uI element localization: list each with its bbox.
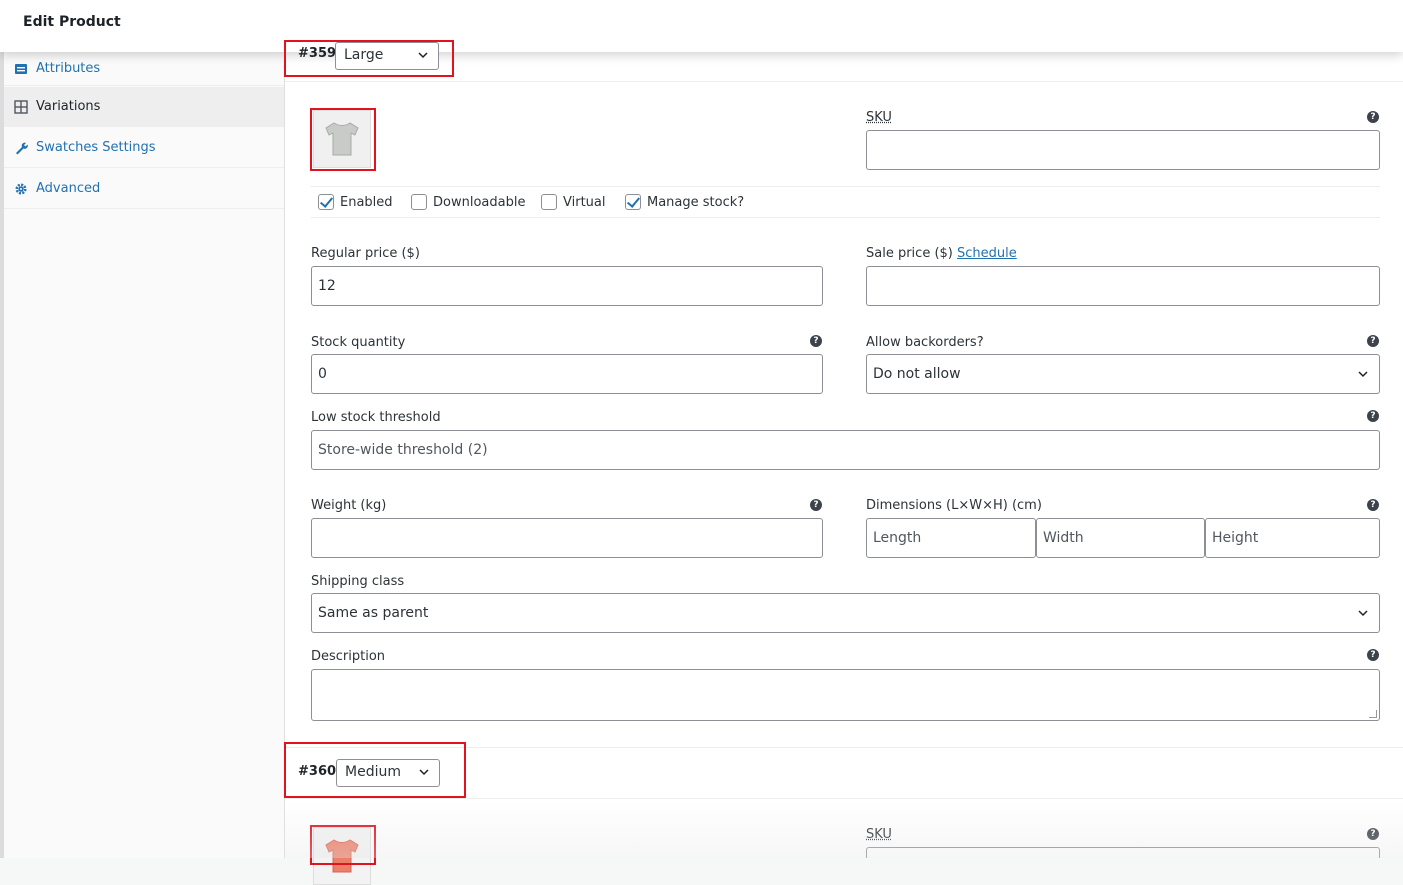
sale-price-label-text: Sale price ($) <box>866 246 953 261</box>
manage-stock-checkbox[interactable]: Manage stock? <box>625 194 744 210</box>
help-icon[interactable]: ? <box>1367 499 1379 511</box>
sku-input[interactable] <box>866 130 1380 170</box>
backorders-select[interactable]: Do not allow <box>866 354 1380 394</box>
backorders-label: Allow backorders? <box>866 335 984 350</box>
length-input[interactable]: Length <box>866 518 1036 558</box>
grid-icon <box>14 99 28 114</box>
weight-label: Weight (kg) <box>311 498 387 513</box>
regular-price-label: Regular price ($) <box>311 246 420 261</box>
checkbox-checked[interactable] <box>625 194 641 210</box>
highlight-box <box>284 40 454 77</box>
highlight-box <box>284 742 466 798</box>
help-icon[interactable]: ? <box>1367 111 1379 123</box>
weight-input[interactable] <box>311 518 823 558</box>
sidebar-item-advanced[interactable]: Advanced <box>4 169 284 209</box>
page-title: Edit Product <box>23 14 121 30</box>
sidebar-item-label: Variations <box>36 99 101 114</box>
help-icon[interactable]: ? <box>1367 828 1379 840</box>
checkbox-label: Downloadable <box>433 194 526 210</box>
chevron-down-icon <box>1358 610 1368 617</box>
top-bar: Edit Product <box>0 0 1403 52</box>
checkbox-unchecked[interactable] <box>411 194 427 210</box>
stock-quantity-input[interactable]: 0 <box>311 354 823 394</box>
help-icon[interactable]: ? <box>810 499 822 511</box>
select-value: Same as parent <box>318 605 429 621</box>
variation-options-row: Enabled Downloadable Virtual Manage stoc… <box>311 186 1380 218</box>
sku-label: SKU <box>866 827 892 842</box>
checkbox-label: Enabled <box>340 194 393 210</box>
sidebar-item-label: Swatches Settings <box>36 140 156 155</box>
sidebar-item-label: Attributes <box>36 61 101 76</box>
sale-price-label: Sale price ($) Schedule <box>866 246 1017 261</box>
downloadable-checkbox[interactable]: Downloadable <box>411 194 525 210</box>
virtual-checkbox[interactable]: Virtual <box>541 194 605 210</box>
sidebar-item-variations[interactable]: Variations <box>4 87 284 127</box>
help-icon[interactable]: ? <box>1367 649 1379 661</box>
low-stock-input[interactable]: Store-wide threshold (2) <box>311 430 1380 470</box>
highlight-box <box>310 108 376 171</box>
divider <box>285 798 1403 799</box>
description-textarea[interactable] <box>311 669 1380 721</box>
shipping-class-select[interactable]: Same as parent <box>311 593 1380 633</box>
sku-label: SKU <box>866 110 892 125</box>
checkbox-checked[interactable] <box>318 194 334 210</box>
sale-price-input[interactable] <box>866 266 1380 306</box>
sku-input[interactable] <box>866 847 1380 858</box>
chevron-down-icon <box>1358 371 1368 378</box>
regular-price-input[interactable]: 12 <box>311 266 823 306</box>
checkbox-label: Virtual <box>563 194 606 210</box>
shipping-class-label: Shipping class <box>311 574 405 589</box>
gear-icon <box>15 183 27 194</box>
stock-quantity-label: Stock quantity <box>311 335 406 350</box>
checkbox-unchecked[interactable] <box>541 194 557 210</box>
highlight-box <box>310 825 376 865</box>
help-icon[interactable]: ? <box>1367 410 1379 422</box>
checkbox-label: Manage stock? <box>647 194 745 210</box>
help-icon[interactable]: ? <box>1367 335 1379 347</box>
divider <box>285 81 1403 82</box>
sidebar-item-swatches-settings[interactable]: Swatches Settings <box>4 128 284 168</box>
wrench-icon <box>16 142 28 154</box>
list-icon <box>15 63 27 74</box>
help-icon[interactable]: ? <box>810 335 822 347</box>
dimensions-label: Dimensions (L×W×H) (cm) <box>866 498 1042 513</box>
resize-handle[interactable] <box>1369 710 1377 718</box>
sidebar-item-attributes[interactable]: Attributes <box>4 52 284 86</box>
width-input[interactable]: Width <box>1036 518 1205 558</box>
select-value: Do not allow <box>873 366 961 382</box>
sidebar-item-label: Advanced <box>36 181 101 196</box>
low-stock-label: Low stock threshold <box>311 410 441 425</box>
enabled-checkbox[interactable]: Enabled <box>318 194 393 210</box>
description-label: Description <box>311 649 386 664</box>
schedule-link[interactable]: Schedule <box>957 246 1017 261</box>
height-input[interactable]: Height <box>1205 518 1380 558</box>
